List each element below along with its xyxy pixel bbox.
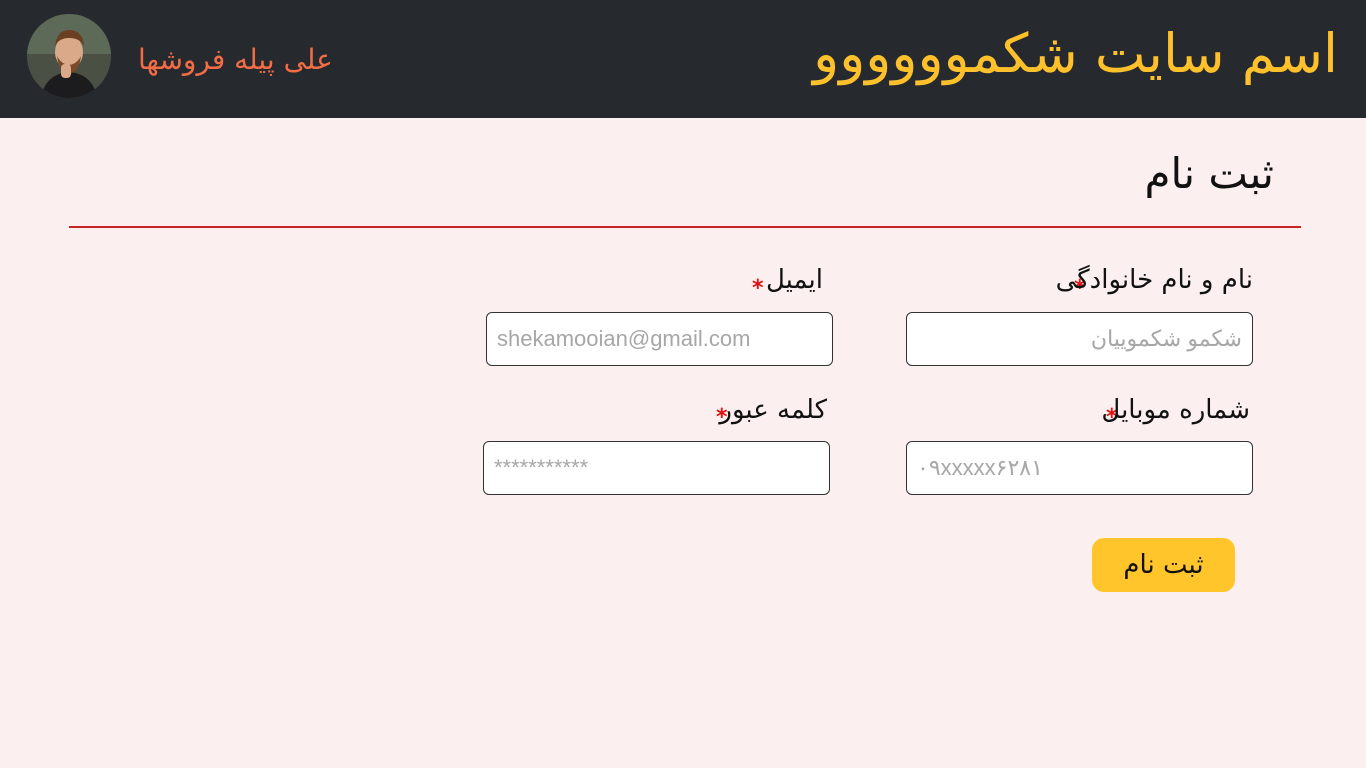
title-divider — [69, 226, 1301, 228]
fullname-input[interactable] — [906, 312, 1253, 366]
avatar-image — [27, 14, 111, 98]
required-indicator: * — [752, 276, 764, 301]
email-input[interactable] — [486, 312, 833, 366]
email-label: ایمیل — [765, 265, 823, 295]
submit-button[interactable]: ثبت نام — [1092, 538, 1235, 592]
fullname-label: نام و نام خانوادگی — [1055, 265, 1253, 295]
password-input[interactable] — [483, 441, 830, 495]
page-title: ثبت نام — [1144, 149, 1274, 198]
user-name[interactable]: علی پیله فروشها — [138, 40, 333, 80]
mobile-label: شماره موبایل — [1101, 395, 1250, 425]
password-label: کلمه عبور — [719, 395, 827, 425]
mobile-input[interactable] — [906, 441, 1253, 495]
avatar[interactable] — [27, 14, 111, 98]
site-header: علی پیله فروشها اسم سایت شکموووووو — [0, 0, 1366, 118]
site-title[interactable]: اسم سایت شکموووووو — [813, 14, 1338, 94]
